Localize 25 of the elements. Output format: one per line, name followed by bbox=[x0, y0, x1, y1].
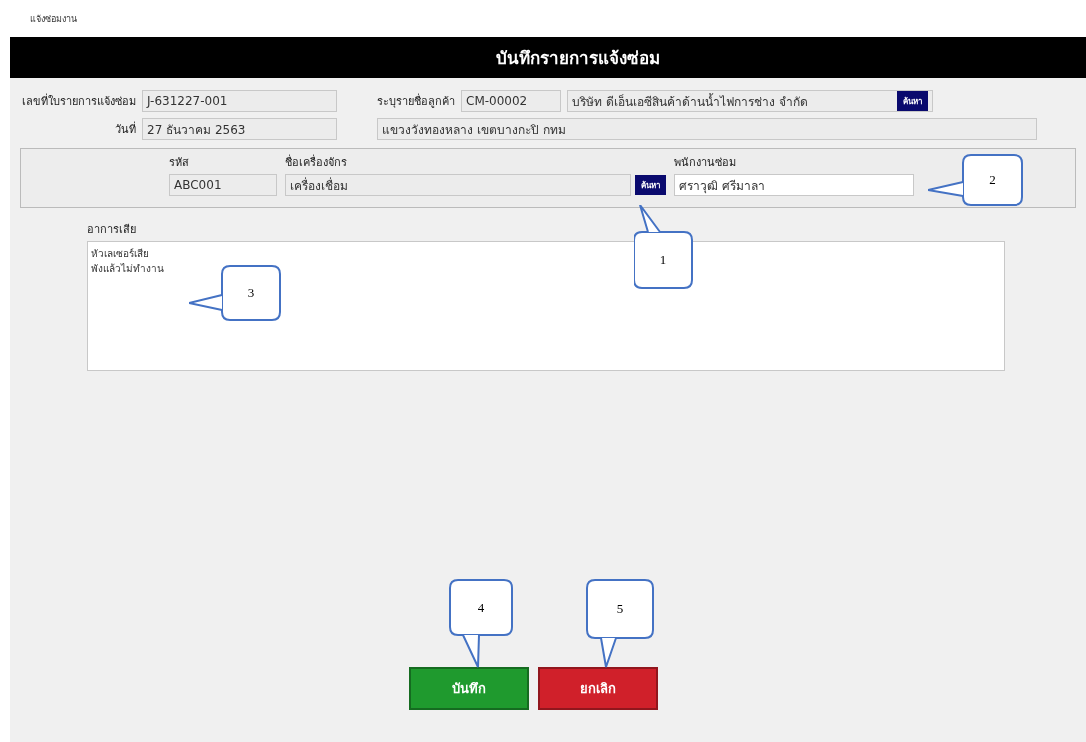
callout: 4 bbox=[449, 579, 514, 668]
search-button[interactable]: ค้นหา bbox=[635, 175, 666, 195]
search-button[interactable]: ค้นหา bbox=[897, 91, 928, 111]
callout: 1 bbox=[634, 205, 694, 290]
window-title: แจ้งซ่อมงาน bbox=[29, 13, 78, 26]
callout: 2 bbox=[928, 154, 1024, 207]
field-label: อาการเสีย bbox=[87, 222, 137, 238]
field-label: ระบุรายชื่อลูกค้า bbox=[377, 92, 455, 110]
field-label: วันที่ bbox=[115, 120, 136, 138]
input-field[interactable]: J-631227-001 bbox=[142, 90, 337, 112]
input-field[interactable]: เครื่องเชื่อม bbox=[285, 174, 631, 196]
cancel-button[interactable]: ยกเลิก bbox=[537, 667, 658, 710]
input-field[interactable]: CM-00002 bbox=[461, 90, 561, 112]
input-field[interactable]: ABC001 bbox=[169, 174, 277, 196]
input-field[interactable]: ศราวุฒิ ศรีมาลา bbox=[674, 174, 914, 196]
field-label: พนักงานซ่อม bbox=[674, 155, 737, 171]
callout: 5 bbox=[586, 579, 655, 668]
input-field[interactable]: แขวงวังทองหลาง เขตบางกะปิ กทม bbox=[377, 118, 1037, 140]
field-label: รหัส bbox=[169, 155, 190, 171]
field-label: ชื่อเครื่องจักร bbox=[285, 153, 348, 171]
input-field[interactable]: 27 ธันวาคม 2563 bbox=[142, 118, 337, 140]
field-label: เลขที่ใบรายการแจ้งซ่อม bbox=[22, 92, 136, 110]
form-title: บันทึกรายการแจ้งซ่อม bbox=[10, 37, 1086, 78]
callout: 3 bbox=[189, 265, 282, 322]
save-button[interactable]: บันทึก bbox=[408, 667, 529, 710]
